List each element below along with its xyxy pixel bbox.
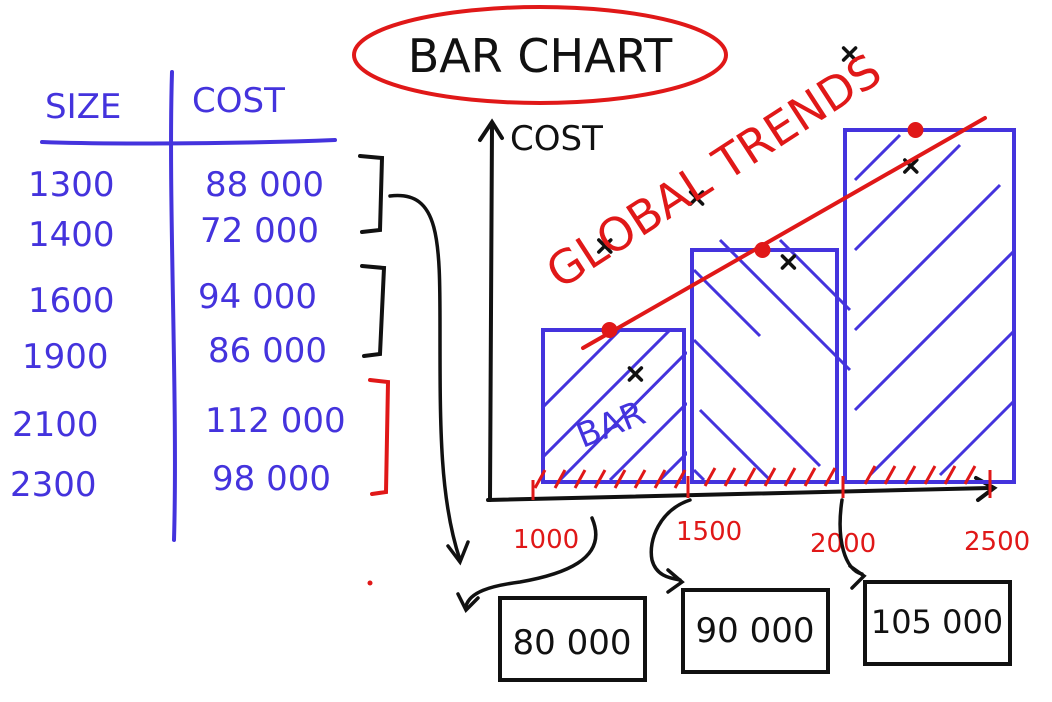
trend-marker [754,242,771,258]
bar-hatching [853,133,1017,477]
table-cell-size: 1300 [28,165,115,205]
x-axis [486,486,992,502]
table-cell-cost: 72 000 [200,211,319,251]
table-cell-size: 1900 [22,337,109,377]
arrow-to-avg-2-head [666,568,685,594]
x-tick-label: 1000 [513,525,579,555]
bar-hatch-lines [853,133,1017,477]
table-header-size: SIZE [45,87,121,127]
bar-label: BAR [571,393,651,456]
x-tick-label: 1500 [676,517,742,547]
data-table: SIZE COST 1300 88 000 1400 72 000 1600 9… [10,70,391,542]
trend-group: GLOBAL TRENDS [537,43,987,350]
x-tick-label: 2500 [964,527,1030,557]
table-header-cost: COST [192,81,285,121]
y-axis [488,123,494,502]
table-cell-size: 1600 [28,281,115,321]
group-bracket-1 [358,154,385,234]
avg-box: 90 000 [681,588,830,674]
arrow-to-avg-3-head [848,564,867,590]
table-cell-cost: 98 000 [212,459,331,499]
stray-red-dot [367,580,373,586]
baseline-hatching [533,465,977,489]
arrow-table-to-chart [388,193,462,562]
whiteboard: BAR CHART SIZE COST 1300 88 000 1400 72 … [10,5,1030,682]
data-point [780,254,797,270]
table-cell-cost: 86 000 [208,331,327,371]
data-point [627,366,644,382]
table-cell-cost: 112 000 [205,401,346,441]
bar-hatch-lines [694,238,852,480]
group-bracket-3 [368,378,391,496]
table-cell-size: 2300 [10,465,97,505]
table-cell-size: 1400 [28,215,115,255]
bar-hatching [694,238,852,480]
y-axis-label: COST [510,119,603,159]
title-bubble: BAR CHART [352,5,728,105]
avg-box-value: 90 000 [696,611,815,651]
table-cell-cost: 94 000 [198,277,317,317]
bar-group: BAR [541,128,1017,484]
trend-marker [601,322,618,338]
table-horizontal-divider [40,138,337,146]
table-cell-cost: 88 000 [205,165,324,205]
table-cell-size: 2100 [12,405,99,445]
title-text: BAR CHART [408,29,673,83]
avg-box: 80 000 [498,596,647,682]
avg-box-value: 105 000 [871,603,1003,641]
group-bracket-2 [360,264,387,358]
avg-box: 105 000 [863,580,1012,666]
trend-marker [907,122,924,138]
avg-box-value: 80 000 [513,623,632,663]
